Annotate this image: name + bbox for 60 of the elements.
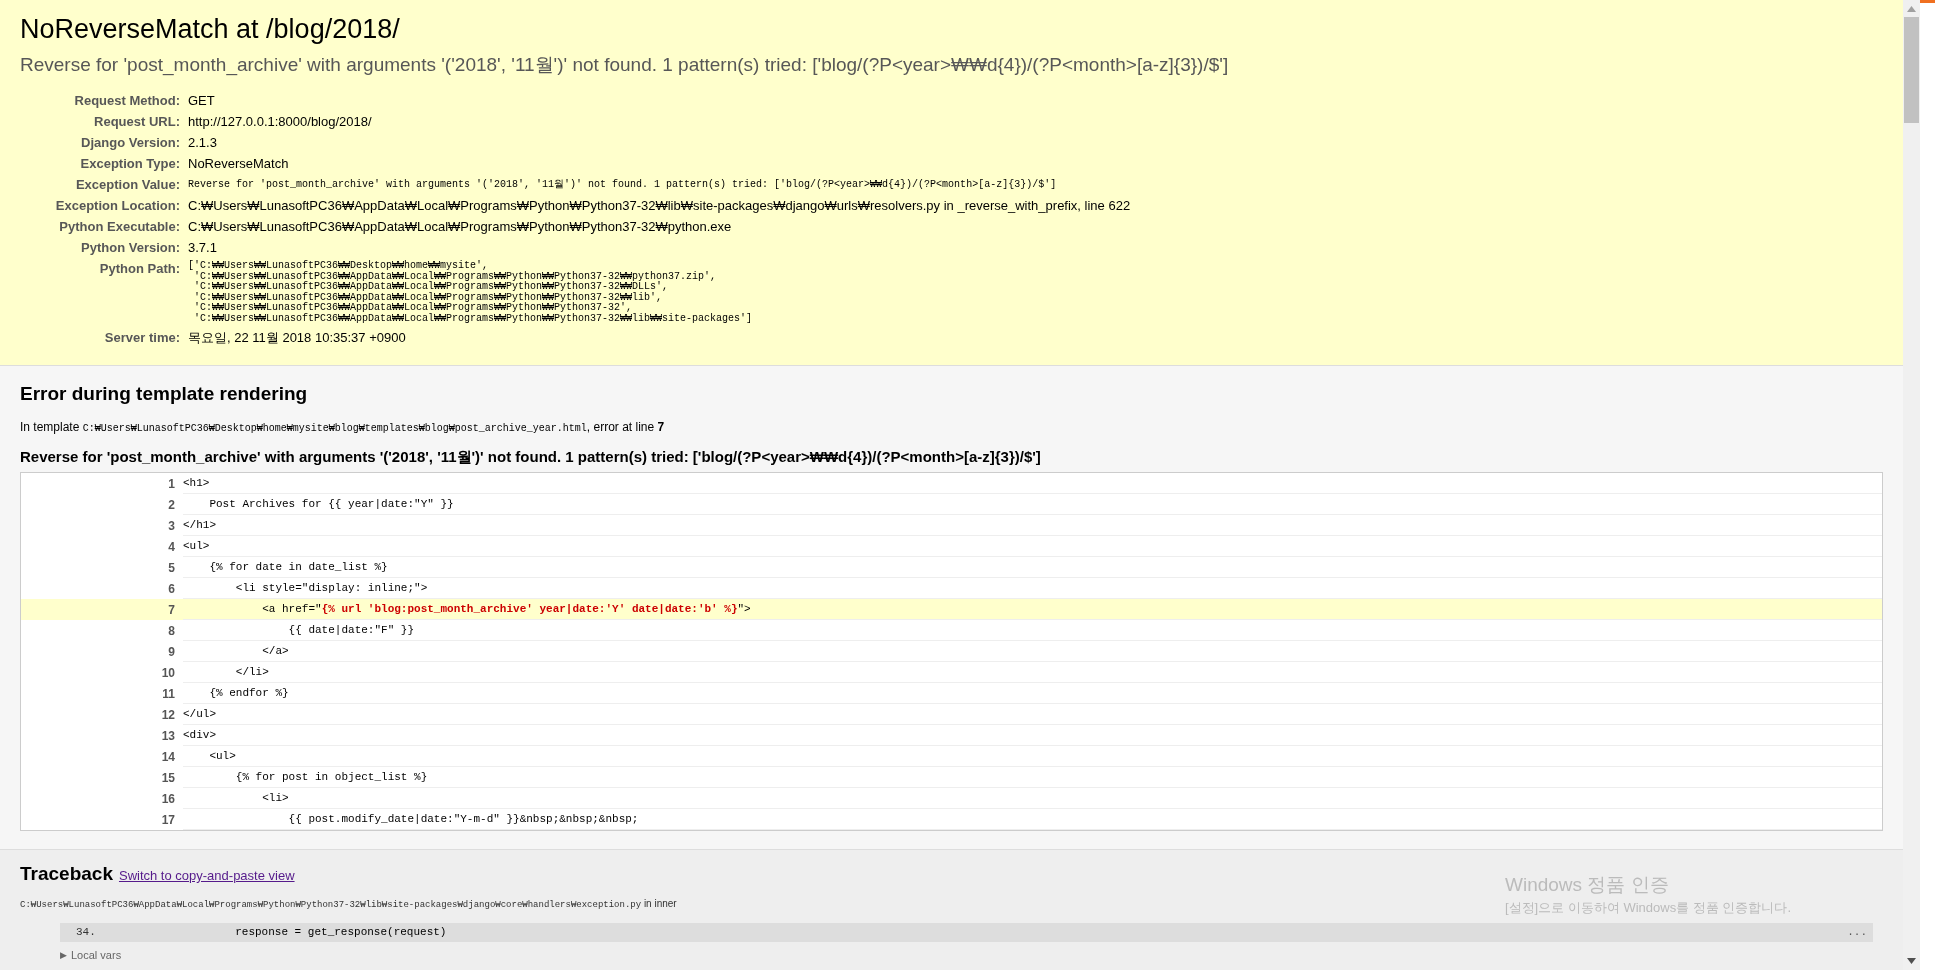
field-label: Exception Type: — [79, 155, 180, 173]
field-value: C:₩Users₩LunasoftPC36₩AppData₩Local₩Programs₩Python₩Python37-32₩lib₩site-packages₩django₩urls₩resolvers.py in _reverse_with_prefix, line 622 — [188, 197, 1132, 215]
local-vars-toggle[interactable]: Local vars — [71, 949, 122, 961]
scroll-down-icon[interactable] — [1907, 958, 1916, 964]
line-number: 1 — [167, 475, 176, 493]
field-label: Python Path: — [98, 260, 180, 278]
line-number: 10 — [160, 664, 176, 682]
field-value: http://127.0.0.1:8000/blog/2018/ — [188, 113, 373, 131]
line-number: 14 — [160, 748, 176, 766]
line-number: 16 — [160, 790, 176, 808]
field-label: Django Version: — [80, 134, 180, 152]
toggle-icon[interactable]: ▶ — [60, 949, 67, 961]
expand-ellipsis[interactable]: ... — [1847, 924, 1873, 941]
path-entry: 'C:₩₩Users₩₩LunasoftPC36₩₩AppData₩₩Local₩₩Programs₩₩Python₩₩Python37-32₩₩DLLs', — [193, 282, 669, 293]
line-number: 34. — [76, 925, 97, 941]
field-label: Python Executable: — [58, 218, 180, 236]
line-number: 9 — [167, 643, 176, 661]
template-location: In template C:₩Users₩LunasoftPC36₩Desktop₩home₩mysite₩blog₩templates₩blog₩post_archive_year.html, error at line 7 — [20, 419, 666, 436]
code-text: response = get_response(request) — [234, 925, 448, 941]
line-number: 2 — [167, 496, 176, 514]
scrollbar[interactable] — [1903, 0, 1920, 970]
field-label: Request Method: — [73, 92, 180, 110]
field-label: Request URL: — [93, 113, 180, 131]
field-value: NoReverseMatch — [188, 155, 290, 173]
page-title: NoReverseMatch at /blog/2018/ — [20, 13, 401, 46]
field-value: 3.7.1 — [188, 239, 218, 257]
field-label: Server time: — [103, 329, 180, 347]
path-entry: 'C:₩₩Users₩₩LunasoftPC36₩₩AppData₩₩Local₩₩Programs₩₩Python₩₩Python37-32₩₩python37.zip', — [194, 271, 718, 282]
line-number: 17 — [160, 811, 176, 829]
line-number: 3 — [167, 517, 176, 535]
field-value: GET — [188, 92, 216, 110]
field-label: Exception Value: — [74, 176, 180, 194]
line-number: 11 — [161, 685, 176, 703]
window-edge-marker — [1920, 0, 1935, 3]
field-value: C:₩Users₩LunasoftPC36₩AppData₩Local₩Programs₩Python₩Python37-32₩python.exe — [188, 218, 733, 236]
copy-paste-link[interactable]: Switch to copy-and-paste view — [118, 866, 295, 886]
frame-location: C:₩Users₩LunasoftPC36₩AppData₩Local₩Programs₩Python₩Python37-32₩lib₩site-packages₩django₩core₩handlers₩exception.py in inner — [20, 897, 677, 912]
path-entry: ['C:₩₩Users₩₩LunasoftPC36₩₩Desktop₩₩home₩₩mysite', — [188, 261, 489, 272]
line-number: 7 — [167, 601, 176, 619]
line-number: 13 — [160, 727, 176, 745]
field-value: 목요일, 22 11월 2018 10:35:37 +0900 — [188, 329, 407, 347]
path-entry: 'C:₩₩Users₩₩LunasoftPC36₩₩AppData₩₩Local₩₩Programs₩₩Python₩₩Python37-32₩₩lib₩₩site-packages'] — [193, 313, 754, 324]
field-label: Python Version: — [80, 239, 180, 257]
field-value: 2.1.3 — [188, 134, 218, 152]
template-error-message: Reverse for 'post_month_archive' with arguments '('2018', '11월')' not found. 1 pattern(s) tried: ['blog/(?P<year>₩₩d{4})/(?P<month>[a-z]{3})/$'] — [20, 447, 1042, 467]
line-number: 5 — [167, 559, 176, 577]
line-number: 4 — [167, 538, 176, 556]
scroll-thumb[interactable] — [1904, 17, 1919, 123]
scroll-up-icon[interactable] — [1907, 6, 1916, 12]
exception-message: Reverse for 'post_month_archive' with arguments '('2018', '11월')' not found. 1 pattern(s) tried: ['blog/(?P<year>₩₩d{4})/(?P<month>[a-z]{3})/$'] — [20, 53, 1230, 77]
field-label: Exception Location: — [54, 197, 180, 215]
section-heading: Traceback — [20, 862, 113, 886]
line-number: 8 — [167, 622, 176, 640]
section-heading: Error during template rendering — [20, 382, 309, 406]
line-number: 15 — [160, 769, 176, 787]
path-entry: 'C:₩₩Users₩₩LunasoftPC36₩₩AppData₩₩Local₩₩Programs₩₩Python₩₩Python37-32₩₩lib', — [193, 292, 663, 303]
line-number: 12 — [160, 706, 176, 724]
field-value: Reverse for 'post_month_archive' with arguments '('2018', '11월')' not found. 1 pattern(s) tried: ['blog/(?P<year>₩₩d{4})/(?P<month>[a-z]{3})/$'] — [188, 178, 1058, 192]
path-entry: 'C:₩₩Users₩₩LunasoftPC36₩₩AppData₩₩Local₩₩Programs₩₩Python₩₩Python37-32', — [193, 303, 633, 314]
line-number: 6 — [167, 580, 176, 598]
